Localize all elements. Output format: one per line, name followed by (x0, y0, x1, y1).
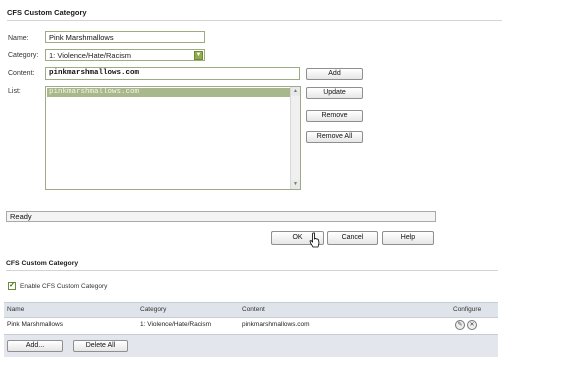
help-button[interactable]: Help (382, 231, 434, 245)
header-content: Content (242, 306, 265, 313)
header-configure: Configure (453, 306, 482, 313)
dialog-title: CFS Custom Category (7, 8, 87, 17)
scroll-down-icon[interactable]: ▼ (291, 180, 300, 189)
remove-all-button[interactable]: Remove All (306, 131, 363, 143)
category-select[interactable]: 1: Violence/Hate/Racism ▼ (45, 49, 205, 61)
content-listbox[interactable]: pinkmarshmallows.com ▲ ▼ (45, 86, 301, 190)
category-select-value: 1: Violence/Hate/Racism (49, 51, 131, 60)
hand-pointer-cursor (309, 232, 320, 248)
section-title: CFS Custom Category (6, 260, 79, 267)
delete-x-icon[interactable]: ✕ (467, 320, 477, 330)
category-label: Category: (8, 52, 39, 59)
status-bar: Ready (6, 211, 436, 222)
content-label: Content: (8, 70, 35, 77)
listbox-scrollbar[interactable]: ▲ ▼ (290, 87, 300, 189)
name-label: Name: (8, 35, 29, 42)
table-header: Name Category Content Configure (4, 302, 498, 318)
section-divider (6, 270, 498, 271)
add-button[interactable]: Add (306, 68, 363, 80)
list-label: List: (8, 88, 21, 95)
row-content: pinkmarshmallows.com (242, 321, 310, 328)
row-category: 1: Violence/Hate/Racism (140, 321, 212, 328)
enable-label: Enable CFS Custom Category (20, 283, 108, 290)
chevron-down-icon[interactable]: ▼ (194, 51, 203, 60)
name-field[interactable]: Pink Marshmallows (45, 31, 205, 43)
row-name: Pink Marshmallows (7, 321, 63, 328)
table-row[interactable]: Pink Marshmallows 1: Violence/Hate/Racis… (4, 317, 498, 333)
pencil-icon[interactable]: ✎ (455, 320, 465, 330)
content-field[interactable]: pinkmarshmallows.com (45, 67, 300, 80)
table-footer: Add... Delete All (4, 334, 498, 357)
header-name: Name (7, 306, 25, 313)
update-button[interactable]: Update (306, 87, 363, 99)
scroll-up-icon[interactable]: ▲ (291, 87, 300, 96)
title-divider (7, 20, 502, 21)
remove-button[interactable]: Remove (306, 110, 363, 122)
enable-checkbox[interactable]: ✓ (8, 282, 16, 290)
header-category: Category (140, 306, 167, 313)
add-entry-button[interactable]: Add... (7, 340, 63, 352)
list-item[interactable]: pinkmarshmallows.com (47, 88, 290, 97)
cancel-button[interactable]: Cancel (327, 231, 378, 245)
delete-all-button[interactable]: Delete All (73, 340, 128, 352)
